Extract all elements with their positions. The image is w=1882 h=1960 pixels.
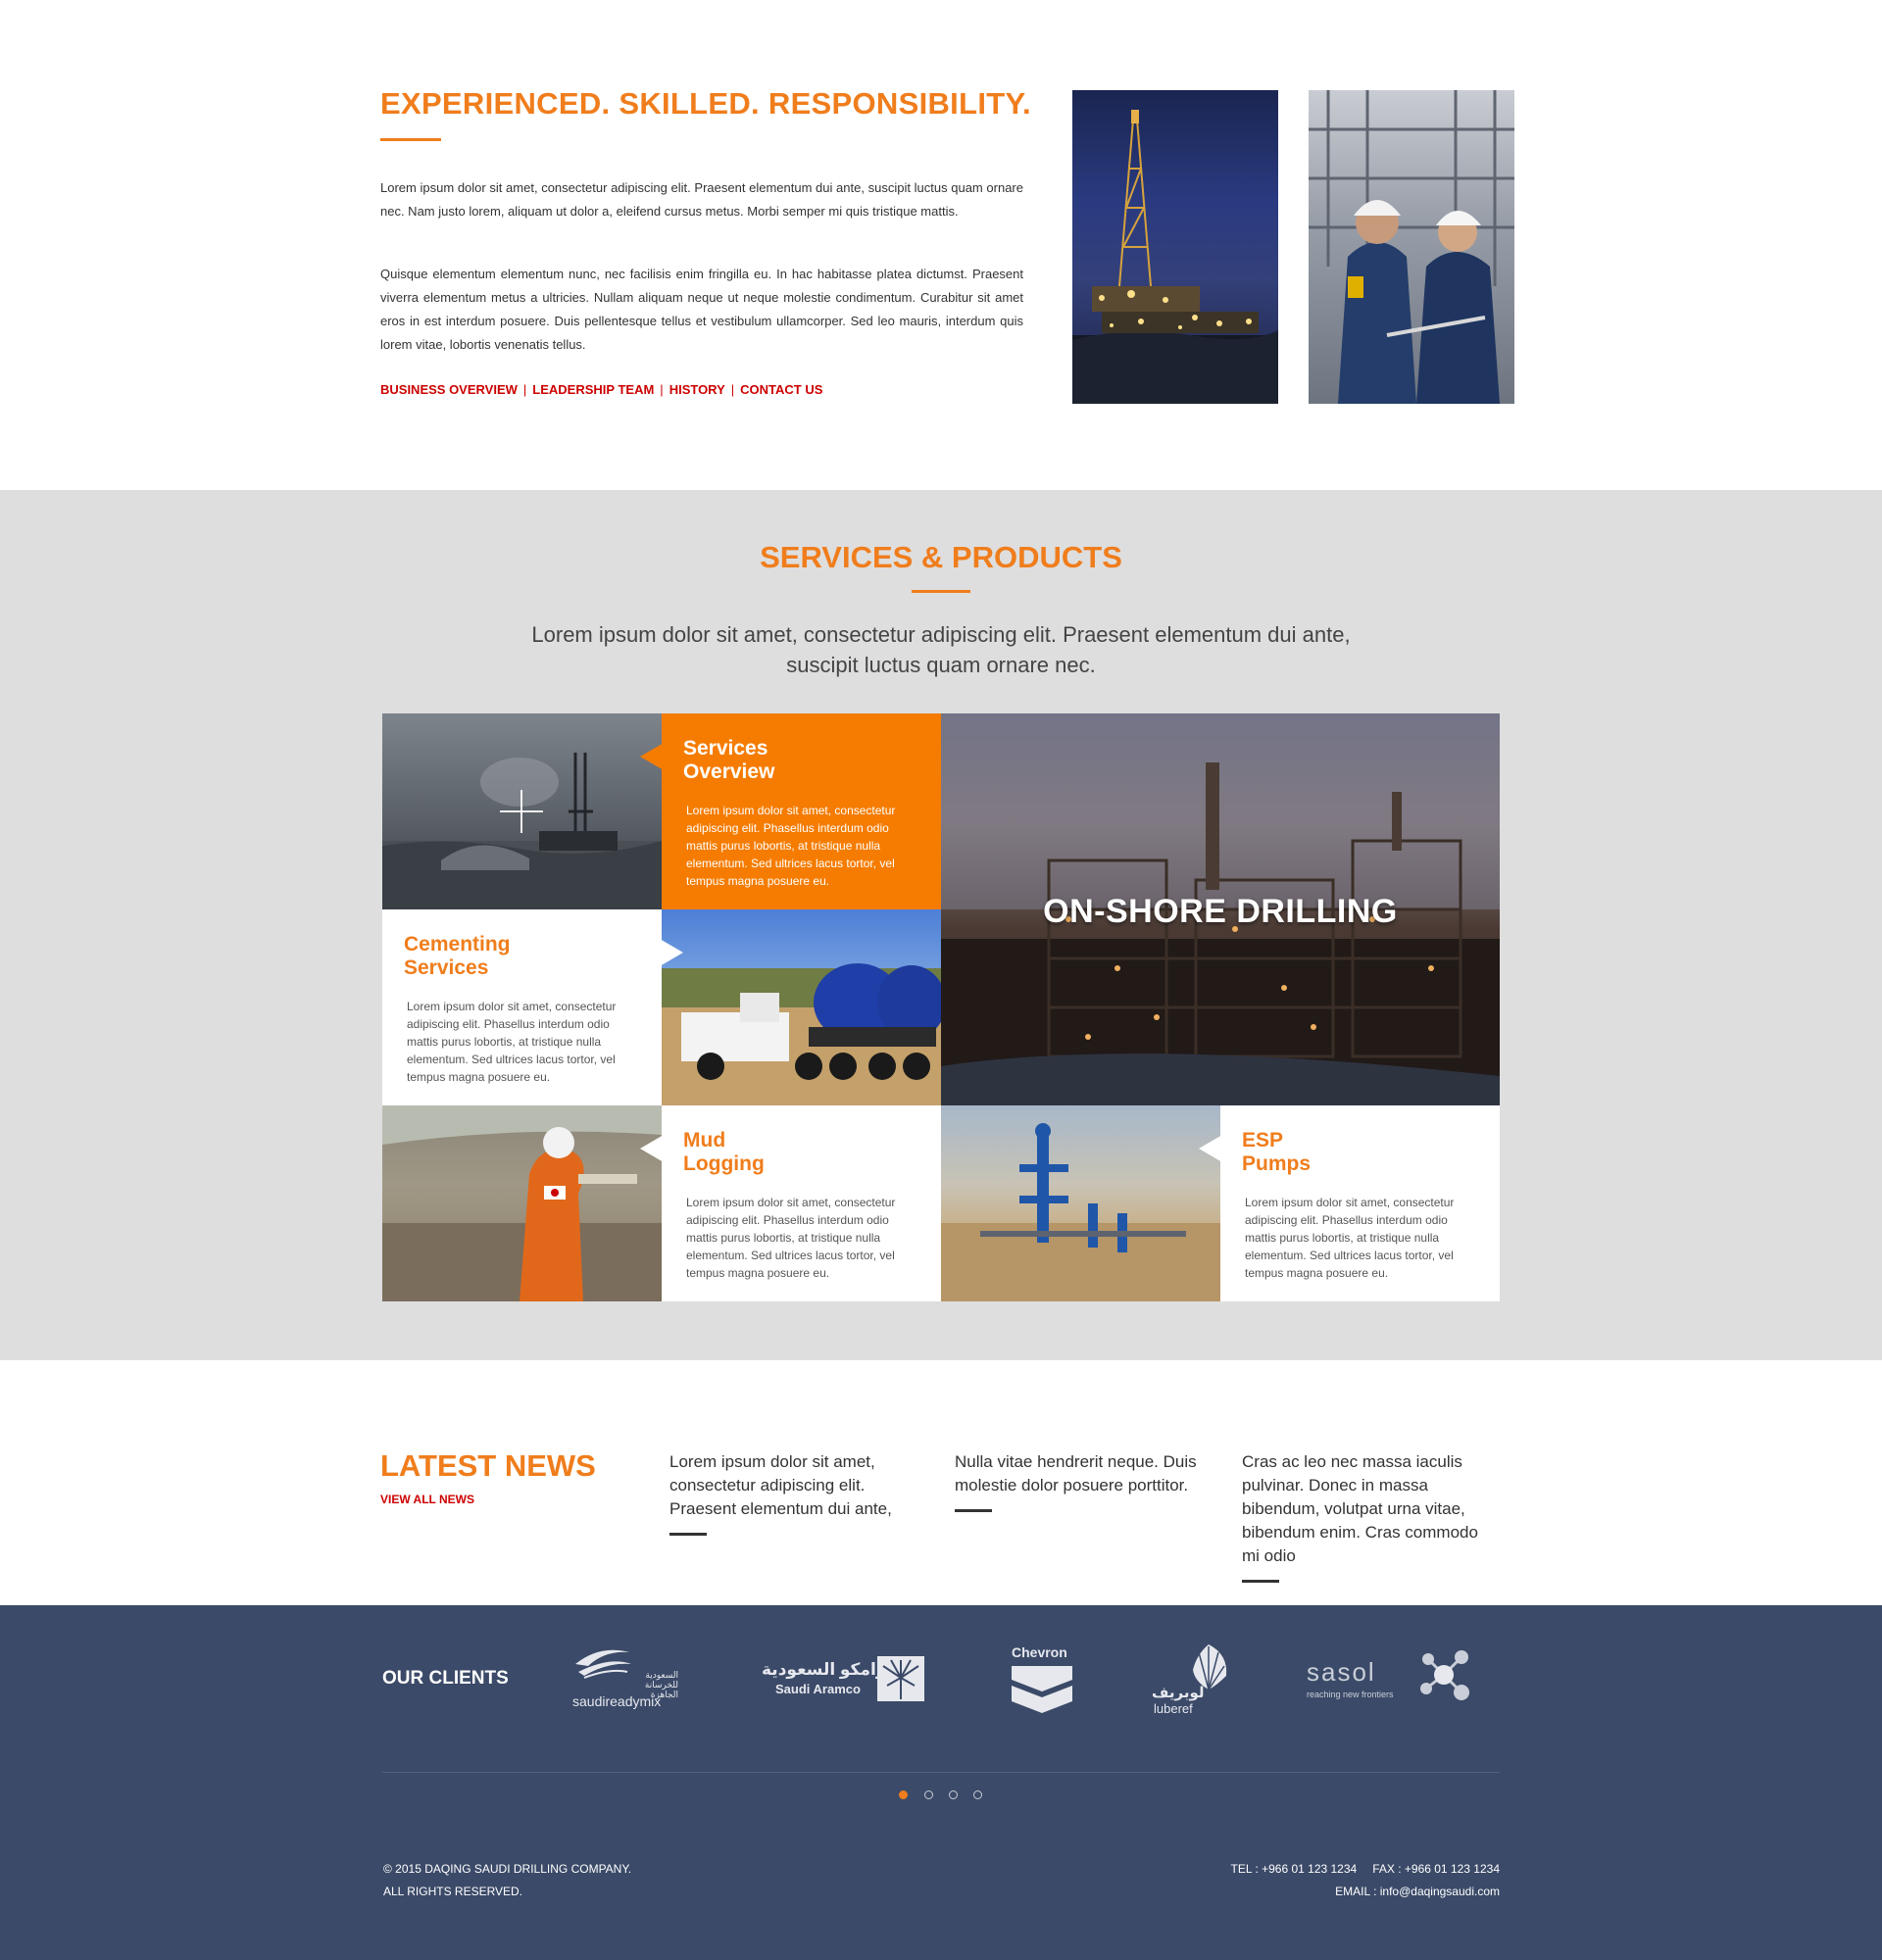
onshore-drilling-label: ON-SHORE DRILLING <box>1043 893 1398 930</box>
latest-news-title: LATEST NEWS <box>380 1448 596 1483</box>
copyright-line-2: ALL RIGHTS RESERVED. <box>383 1885 523 1898</box>
mud-logging-tile[interactable]: Mud Logging Lorem ipsum dolor sit amet, … <box>640 1105 941 1301</box>
our-clients-label: OUR CLIENTS <box>382 1668 509 1689</box>
news-item-text: Cras ac leo nec massa iaculis pulvinar. … <box>1242 1452 1478 1565</box>
about-title-underline <box>380 138 441 141</box>
about-section: EXPERIENCED. SKILLED. RESPONSIBILITY. Lo… <box>0 0 1882 490</box>
chevron-name: Chevron <box>1012 1644 1067 1660</box>
mud-logging-worker-tile[interactable] <box>382 1105 662 1301</box>
luberef-arabic: لوبريف <box>1152 1685 1205 1701</box>
sasol-molecule-icon <box>1420 1650 1469 1700</box>
wellhead-tile[interactable] <box>941 1105 1220 1301</box>
offshore-platform-tile[interactable] <box>382 713 662 909</box>
chevron-shield-icon <box>1012 1666 1072 1713</box>
services-title-underline <box>912 590 970 593</box>
leadership-team-link[interactable]: LEADERSHIP TEAM <box>532 382 654 397</box>
carousel-dot-3[interactable] <box>949 1790 958 1799</box>
tile-pointer-arrow <box>640 1135 664 1162</box>
esp-pumps-heading: ESP Pumps <box>1242 1129 1312 1175</box>
plus-icon <box>520 790 522 833</box>
cementing-services-text: Lorem ipsum dolor sit amet, consectetur … <box>407 1000 617 1084</box>
cementing-services-tile[interactable]: Cementing Services Lorem ipsum dolor sit… <box>382 909 683 1105</box>
news-item-underline <box>669 1533 707 1536</box>
latest-news-section: LATEST NEWS VIEW ALL NEWS Lorem ipsum do… <box>0 1360 1882 1605</box>
saudi-aramco-name: Saudi Aramco <box>775 1682 861 1696</box>
link-separator: | <box>522 382 527 397</box>
sasol-name: sasol <box>1307 1657 1376 1687</box>
services-description: Lorem ipsum dolor sit amet, consectetur … <box>531 622 1351 677</box>
history-link[interactable]: HISTORY <box>669 382 725 397</box>
onshore-drilling-feature-tile[interactable]: ON-SHORE DRILLING <box>941 713 1500 1105</box>
about-links: BUSINESS OVERVIEW | LEADERSHIP TEAM | HISTOR… <box>380 382 822 397</box>
esp-pumps-text: Lorem ipsum dolor sit amet, consectetur … <box>1245 1196 1455 1280</box>
about-paragraph-1: Lorem ipsum dolor sit amet, consectetur … <box>380 180 1023 219</box>
fax-number: FAX : +966 01 123 1234 <box>1372 1862 1500 1876</box>
copyright: © 2015 DAQING SAUDI DRILLING COMPANY. AL… <box>383 1858 631 1903</box>
tile-pointer-arrow <box>1199 1135 1222 1162</box>
news-item[interactable]: Nulla vitae hendrerit neque. Duis molest… <box>955 1450 1205 1512</box>
carousel-dot-2[interactable] <box>924 1790 933 1799</box>
news-item[interactable]: Lorem ipsum dolor sit amet, consectetur … <box>669 1450 919 1536</box>
news-item-underline <box>955 1509 992 1512</box>
business-overview-link[interactable]: BUSINESS OVERVIEW <box>380 382 518 397</box>
tile-pointer-arrow <box>640 743 664 770</box>
mud-logging-text: Lorem ipsum dolor sit amet, consectetur … <box>686 1196 896 1280</box>
services-title: SERVICES & PRODUCTS <box>760 540 1122 574</box>
phone-fax-line: TEL : +966 01 123 1234 FAX : +966 01 123 … <box>1231 1858 1500 1881</box>
footer-divider <box>382 1772 1500 1773</box>
about-title: EXPERIENCED. SKILLED. RESPONSIBILITY. <box>380 86 1031 121</box>
footer: OUR CLIENTS السعودية للخرسانة الجاهزة sa… <box>0 1605 1882 1960</box>
drilling-rig-photo <box>1072 90 1278 404</box>
luberef-logo[interactable]: لوبريف luberef <box>1152 1642 1232 1719</box>
mud-logging-heading: Mud Logging <box>683 1129 765 1175</box>
cement-truck-tile[interactable] <box>662 909 941 1105</box>
plant-workers-photo <box>1309 90 1514 404</box>
saudi-aramco-arabic: ارامكو السعودية <box>762 1660 892 1679</box>
copyright-line-1: © 2015 DAQING SAUDI DRILLING COMPANY. <box>383 1862 632 1876</box>
about-paragraph-2: Quisque elementum elementum nunc, nec fa… <box>380 267 1023 352</box>
cementing-services-heading: Cementing Services <box>404 933 511 979</box>
services-overview-text: Lorem ipsum dolor sit amet, consectetur … <box>686 804 896 888</box>
tile-pointer-arrow <box>660 939 683 966</box>
link-separator: | <box>730 382 735 397</box>
esp-pumps-tile[interactable]: ESP Pumps Lorem ipsum dolor sit amet, co… <box>1199 1105 1500 1301</box>
news-item-text: Lorem ipsum dolor sit amet, consectetur … <box>669 1452 892 1518</box>
services-section: SERVICES & PRODUCTS Lorem ipsum dolor si… <box>0 490 1882 1360</box>
sasol-logo[interactable]: sasol reaching new frontiers <box>1307 1650 1473 1718</box>
services-overview-heading: Services Overview <box>683 737 775 783</box>
aramco-palm-icon <box>877 1656 924 1701</box>
saudireadymix-name: saudireadymix <box>572 1693 662 1709</box>
carousel-dot-4[interactable] <box>973 1790 982 1799</box>
news-item-text: Nulla vitae hendrerit neque. Duis molest… <box>955 1452 1197 1494</box>
email-address[interactable]: EMAIL : info@daqingsaudi.com <box>1231 1881 1500 1903</box>
carousel-dot-1[interactable] <box>899 1790 908 1799</box>
tel-number: TEL : +966 01 123 1234 <box>1230 1862 1358 1876</box>
luberef-name: luberef <box>1154 1701 1193 1716</box>
chevron-logo[interactable]: Chevron <box>1010 1644 1074 1715</box>
saudi-aramco-logo[interactable]: ارامكو السعودية Saudi Aramco <box>762 1656 924 1705</box>
services-overview-tile[interactable]: Services Overview Lorem ipsum dolor sit … <box>640 713 941 909</box>
link-separator: | <box>660 382 664 397</box>
contact-us-link[interactable]: CONTACT US <box>740 382 822 397</box>
news-item-underline <box>1242 1580 1279 1583</box>
view-all-news-link[interactable]: VIEW ALL NEWS <box>380 1493 474 1506</box>
sasol-tagline: reaching new frontiers <box>1307 1690 1394 1699</box>
contact-info: TEL : +966 01 123 1234 FAX : +966 01 123 … <box>1231 1858 1500 1903</box>
saudireadymix-logo[interactable]: السعودية للخرسانة الجاهزة saudireadymix <box>570 1642 678 1711</box>
news-item[interactable]: Cras ac leo nec massa iaculis pulvinar. … <box>1242 1450 1492 1583</box>
